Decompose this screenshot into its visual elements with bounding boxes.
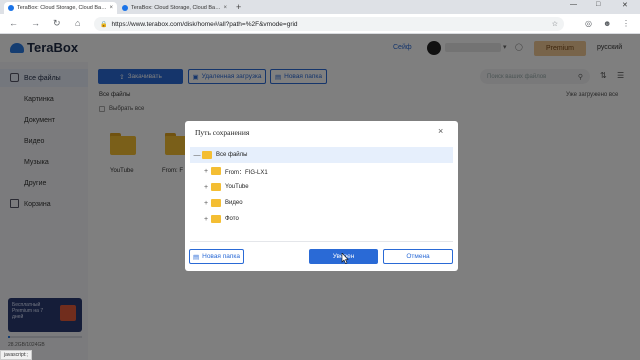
url-text[interactable]: https://www.terabox.com/disk/home#/all?p… — [111, 21, 297, 28]
expand-icon[interactable]: + — [201, 200, 211, 207]
forward-icon[interactable]: → — [31, 18, 40, 29]
tab-title: TeraBox: Cloud Storage, Cloud Ba… — [17, 5, 107, 11]
cancel-button[interactable]: Отмена — [383, 249, 453, 264]
tab-title: TeraBox: Cloud Storage, Cloud Ba… — [131, 5, 221, 11]
terabox-favicon-icon — [122, 5, 128, 11]
address-bar[interactable]: 🔒 https://www.terabox.com/disk/home#/all… — [94, 17, 564, 31]
folder-icon — [211, 215, 221, 223]
terabox-favicon-icon — [8, 5, 14, 11]
status-bar-url: javascript:; — [0, 350, 32, 360]
home-icon[interactable]: ⌂ — [75, 18, 80, 29]
profile-icon[interactable]: ☻ — [603, 18, 611, 29]
tree-item-photo[interactable]: + Фото — [190, 211, 453, 227]
folder-icon — [211, 183, 221, 191]
browser-menu-icon[interactable]: ⋮ — [622, 18, 630, 29]
window-close-icon[interactable]: ✕ — [622, 1, 628, 9]
tree-item-label: Видео — [225, 200, 243, 206]
collapse-icon[interactable]: — — [192, 152, 202, 159]
dialog-new-folder-label: Новая папка — [202, 253, 241, 260]
maximize-icon[interactable]: □ — [596, 1, 600, 8]
folder-icon — [211, 167, 221, 175]
browser-tab[interactable]: TeraBox: Cloud Storage, Cloud Ba… × — [118, 2, 231, 14]
new-folder-icon: ▤ — [192, 253, 200, 261]
close-icon[interactable]: × — [438, 126, 443, 136]
new-tab-button[interactable]: + — [236, 2, 241, 13]
browser-tab[interactable]: TeraBox: Cloud Storage, Cloud Ba… × — [4, 2, 117, 14]
extensions-icon[interactable]: ◎ — [585, 18, 592, 29]
folder-icon — [211, 199, 221, 207]
back-icon[interactable]: ← — [9, 18, 18, 29]
bookmark-star-icon[interactable]: ☆ — [552, 20, 558, 28]
dialog-divider — [190, 241, 453, 242]
tree-item-label: Фото — [225, 216, 239, 222]
browser-toolbar: ← → ↻ ⌂ 🔒 https://www.terabox.com/disk/h… — [0, 14, 640, 34]
tab-close-icon[interactable]: × — [109, 5, 113, 11]
tab-close-icon[interactable]: × — [223, 5, 227, 11]
tree-item-label: YouTube — [225, 184, 249, 190]
dialog-new-folder-button[interactable]: ▤ Новая папка — [189, 249, 244, 264]
folder-tree: — Все файлы + From：FIG-LX1 + YouTube + В… — [190, 146, 453, 240]
folder-icon — [202, 151, 212, 159]
cancel-label: Отмена — [406, 253, 430, 260]
tree-item-video[interactable]: + Видео — [190, 195, 453, 211]
tree-item-youtube[interactable]: + YouTube — [190, 179, 453, 195]
browser-tab-strip: TeraBox: Cloud Storage, Cloud Ba… × Tera… — [0, 0, 640, 14]
expand-icon[interactable]: + — [201, 216, 211, 223]
expand-icon[interactable]: + — [201, 184, 211, 191]
dialog-title: Путь сохранения — [195, 128, 250, 137]
tree-item-label: Все файлы — [216, 152, 248, 158]
tree-item-label: From：FIG-LX1 — [225, 169, 268, 176]
lock-icon: 🔒 — [100, 21, 108, 28]
tree-item-all-files[interactable]: — Все файлы — [190, 147, 453, 163]
tree-item-from-fig[interactable]: + From：FIG-LX1 — [190, 163, 453, 179]
mouse-cursor-icon — [341, 253, 349, 264]
minimize-icon[interactable]: — — [570, 1, 577, 8]
expand-icon[interactable]: + — [201, 168, 211, 175]
reload-icon[interactable]: ↻ — [53, 18, 61, 29]
save-path-dialog: Путь сохранения × — Все файлы + From：FIG… — [185, 121, 458, 271]
